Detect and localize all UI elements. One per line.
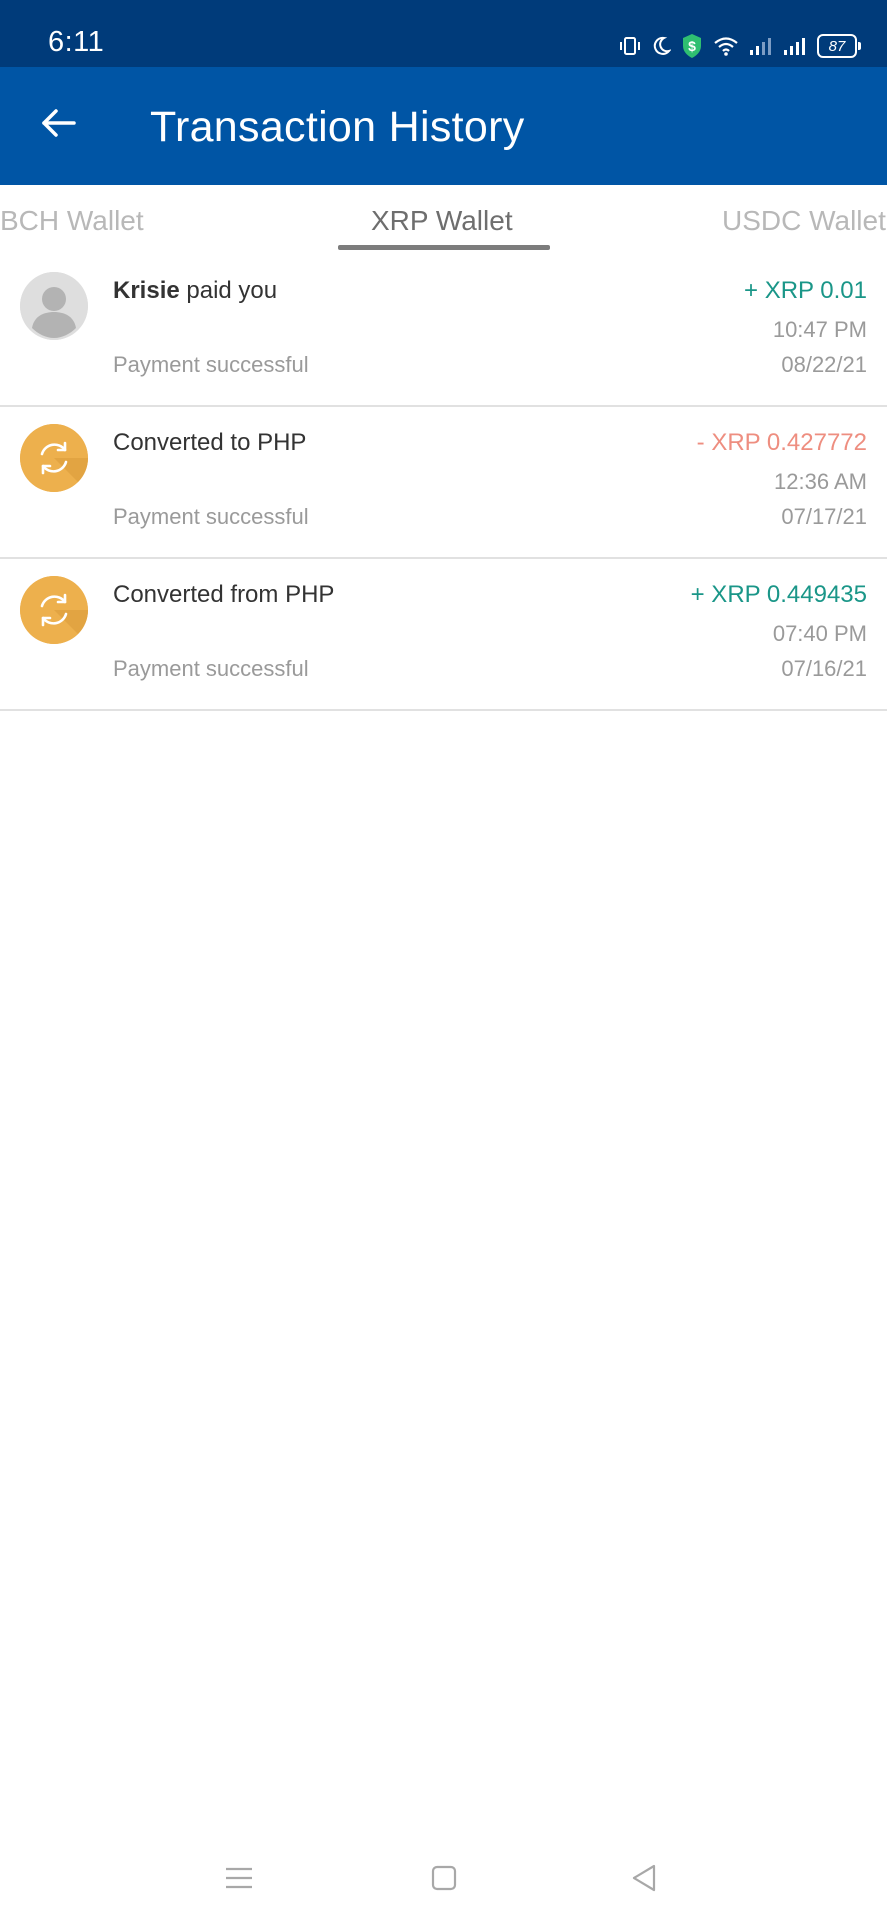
battery-level: 87 [828, 37, 846, 55]
battery-icon: 87 [817, 34, 861, 58]
vibrate-icon [619, 35, 641, 57]
app-bar: Transaction History [0, 67, 887, 185]
arrow-left-icon [38, 103, 78, 148]
signal-icon [749, 36, 773, 56]
transaction-status: Payment successful [113, 504, 309, 529]
transaction-amount: - XRP 0.427772 [696, 429, 867, 456]
convert-icon [20, 424, 88, 492]
shield-dollar-icon: $ [681, 33, 703, 59]
tab-xrp-wallet[interactable]: XRP Wallet [371, 205, 513, 237]
transaction-title: Krisie paid you [113, 277, 277, 305]
transaction-amount: + XRP 0.449435 [690, 581, 867, 608]
system-nav-bar [0, 1840, 887, 1920]
tab-usdc-wallet[interactable]: USDC Wallet [722, 205, 886, 237]
wallet-tabs: BCH Wallet XRP Wallet USDC Wallet [0, 185, 887, 255]
home-square-icon [430, 1864, 458, 1897]
transaction-title-text: Converted to PHP [113, 429, 307, 456]
transaction-sender: Krisie [113, 277, 180, 304]
signal-icon [783, 36, 807, 56]
tab-bch-wallet[interactable]: BCH Wallet [0, 205, 144, 237]
transaction-status: Payment successful [113, 656, 309, 681]
transaction-time: 12:36 AM [774, 469, 867, 494]
transaction-title: Converted to PHP [113, 429, 306, 457]
transaction-status: Payment successful [113, 352, 309, 377]
back-triangle-icon [629, 1863, 659, 1898]
transaction-row[interactable]: Converted to PHP Payment successful - XR… [0, 407, 887, 559]
svg-text:$: $ [688, 38, 696, 54]
transaction-time: 07:40 PM [772, 621, 867, 646]
status-icons: $ 87 [619, 28, 861, 64]
home-button[interactable] [422, 1858, 466, 1902]
moon-icon [651, 35, 671, 57]
transaction-row[interactable]: Converted from PHP Payment successful + … [0, 559, 887, 711]
transaction-date: 07/17/21 [781, 504, 867, 529]
menu-icon [224, 1865, 254, 1896]
convert-icon [20, 576, 88, 644]
transaction-row[interactable]: Krisie paid you Payment successful + XRP… [0, 255, 887, 407]
transaction-date: 08/22/21 [781, 352, 867, 377]
transaction-title-text: paid you [179, 277, 278, 304]
page-title: Transaction History [150, 103, 525, 151]
back-button[interactable] [30, 97, 86, 153]
active-tab-indicator [338, 245, 550, 250]
status-time: 6:11 [48, 26, 105, 58]
transaction-amount: + XRP 0.01 [744, 277, 867, 304]
user-avatar-icon [20, 272, 88, 340]
back-nav-button[interactable] [622, 1858, 666, 1902]
transaction-time: 10:47 PM [772, 317, 867, 342]
transaction-title: Converted from PHP [113, 581, 334, 609]
wifi-icon [713, 35, 739, 57]
status-bar: 6:11 $ 87 [0, 0, 887, 67]
transaction-list: Krisie paid you Payment successful + XRP… [0, 255, 887, 711]
transaction-title-text: Converted from PHP [113, 581, 335, 608]
transaction-date: 07/16/21 [781, 656, 867, 681]
menu-button[interactable] [217, 1858, 261, 1902]
